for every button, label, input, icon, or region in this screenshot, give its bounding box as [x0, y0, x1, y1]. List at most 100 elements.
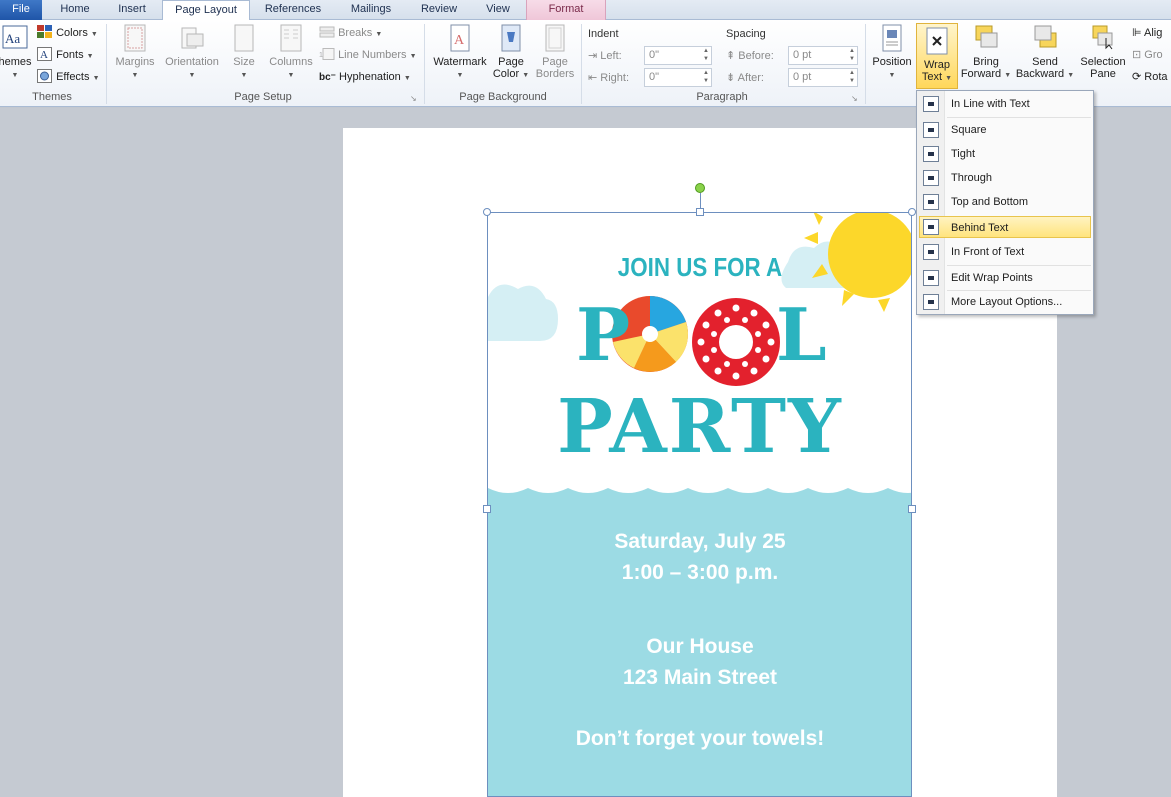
layout-options-icon: [923, 294, 939, 310]
tab-format[interactable]: Format: [526, 0, 606, 20]
watermark-label: Watermark: [433, 56, 487, 68]
themes-icon: Aa: [2, 25, 28, 49]
paragraph-group-label: Paragraph: [696, 91, 748, 103]
spacing-before-input[interactable]: 0 pt ▲ ▼: [788, 46, 858, 65]
rotation-handle[interactable]: [695, 183, 705, 193]
menu-item-through[interactable]: Through: [919, 167, 1091, 189]
fonts-label: Fonts: [56, 49, 84, 61]
spacing-after-input[interactable]: 0 pt ▲ ▼: [788, 68, 858, 87]
wrap-tight-icon: [923, 146, 939, 162]
svg-text:Aa: Aa: [5, 31, 20, 46]
indent-left-label: ⇥ Left:: [588, 47, 622, 65]
svg-text:A: A: [454, 33, 465, 48]
chevron-down-icon: ▼: [945, 75, 953, 82]
resize-handle-left[interactable]: [483, 505, 491, 513]
spinner-icon[interactable]: ▲ ▼: [703, 47, 709, 63]
indent-left-input[interactable]: 0" ▲ ▼: [644, 46, 712, 65]
page-color-icon: [501, 24, 521, 52]
indent-right-label: ⇤ Right:: [588, 69, 629, 87]
tab-home[interactable]: Home: [48, 0, 102, 20]
indent-left-icon: ⇥: [588, 50, 601, 62]
size-button[interactable]: Size ▼: [228, 24, 260, 88]
size-icon: [234, 24, 254, 52]
effects-label: Effects: [56, 71, 90, 83]
tab-file[interactable]: File: [0, 0, 42, 20]
chevron-down-icon: ▼: [888, 72, 896, 79]
menu-item-label: Behind Text: [951, 222, 1009, 234]
menu-item-label: Tight: [951, 148, 976, 160]
align-button[interactable]: ⊫ Alig: [1132, 24, 1162, 42]
menu-item-tight[interactable]: Tight: [919, 143, 1091, 165]
tab-view[interactable]: View: [472, 0, 524, 20]
group-label: Gro: [1144, 49, 1163, 61]
menu-item-top-and-bottom[interactable]: Top and Bottom: [919, 191, 1091, 213]
fonts-button[interactable]: A Fonts ▼: [37, 46, 94, 64]
indent-right-input[interactable]: 0" ▲ ▼: [644, 68, 712, 87]
wrap-through-icon: [923, 170, 939, 186]
resize-handle-top-right[interactable]: [908, 208, 916, 216]
orientation-button[interactable]: Orientation ▼: [160, 24, 224, 88]
tab-insert[interactable]: Insert: [104, 0, 160, 20]
wrap-text-label: Wrap: [923, 59, 951, 71]
dialog-launcher-icon[interactable]: ↘: [851, 94, 858, 103]
watermark-button[interactable]: A Watermark ▼: [430, 24, 490, 88]
line-numbers-label: Line Numbers: [338, 49, 407, 61]
themes-button[interactable]: Aa hemes ▼: [0, 24, 32, 88]
group-button[interactable]: ⊡ Gro: [1132, 46, 1163, 64]
position-button[interactable]: Position ▼: [870, 24, 914, 88]
hyphenation-label: Hyphenation: [339, 71, 401, 83]
wrap-in-front-icon: [923, 244, 939, 260]
chevron-down-icon: ▼: [86, 53, 94, 60]
bring-forward-button[interactable]: Bring Forward ▼: [960, 24, 1012, 88]
colors-label: Colors: [56, 27, 88, 39]
spinner-icon[interactable]: ▲ ▼: [849, 69, 855, 85]
indent-right-icon: ⇤: [588, 72, 601, 84]
line-numbers-button[interactable]: 1 Line Numbers ▼: [319, 46, 417, 64]
tab-references[interactable]: References: [252, 0, 334, 20]
page-color-button[interactable]: Page Color ▼: [492, 24, 530, 88]
spinner-icon[interactable]: ▲ ▼: [849, 47, 855, 63]
tab-mailings[interactable]: Mailings: [336, 0, 406, 20]
wrap-text-button[interactable]: Wrap Text ▼: [916, 23, 958, 89]
rotate-icon: ⟳: [1132, 71, 1145, 83]
columns-button[interactable]: Columns ▼: [266, 24, 316, 88]
resize-handle-top[interactable]: [696, 208, 704, 216]
send-backward-button[interactable]: Send Backward ▼: [1014, 24, 1076, 88]
breaks-button[interactable]: Breaks ▼: [319, 24, 382, 42]
send-backward-icon: [1034, 25, 1057, 48]
spacing-before-label: ⇞ Before:: [726, 47, 774, 65]
resize-handle-top-left[interactable]: [483, 208, 491, 216]
hyphenation-button[interactable]: bc⁻ Hyphenation ▼: [319, 68, 411, 86]
menu-separator: [947, 117, 1091, 118]
selection-pane-icon: [1092, 25, 1113, 50]
margins-button[interactable]: Margins ▼: [112, 24, 158, 88]
spinner-icon[interactable]: ▲ ▼: [703, 69, 709, 85]
selection-pane-button[interactable]: Selection Pane: [1078, 24, 1128, 88]
chevron-down-icon: ▼: [403, 75, 411, 82]
tab-review[interactable]: Review: [408, 0, 470, 20]
tab-page-layout[interactable]: Page Layout: [162, 0, 250, 21]
effects-button[interactable]: Effects ▼: [37, 68, 100, 86]
page-setup-group-label: Page Setup: [234, 91, 292, 103]
bring-forward-label: Bring: [973, 56, 999, 68]
menu-item-behind-text[interactable]: Behind Text: [919, 216, 1091, 238]
indent-right-value: 0": [649, 71, 660, 83]
colors-button[interactable]: Colors ▼: [37, 24, 98, 42]
menu-item-label: Edit Wrap Points: [951, 272, 1033, 284]
page-borders-button[interactable]: Page Borders: [534, 24, 576, 88]
resize-handle-right[interactable]: [908, 505, 916, 513]
menu-item-edit-wrap-points[interactable]: Edit Wrap Points: [919, 267, 1091, 289]
indent-left-value: 0": [649, 49, 660, 61]
dialog-launcher-icon[interactable]: ↘: [410, 94, 417, 103]
menu-item-in-line-with-text[interactable]: In Line with Text: [919, 93, 1091, 115]
orientation-label: Orientation: [165, 56, 219, 68]
menu-item-label: Square: [951, 124, 987, 136]
page-borders-icon: [545, 24, 565, 52]
menu-item-more-layout-options[interactable]: More Layout Options...: [919, 291, 1091, 313]
rotate-button[interactable]: ⟳ Rota: [1132, 68, 1168, 86]
spacing-before-text: Before:: [738, 50, 774, 62]
menu-item-square[interactable]: Square: [919, 119, 1091, 141]
menu-item-in-front-of-text[interactable]: In Front of Text: [919, 241, 1091, 263]
bring-forward-icon: [975, 25, 998, 48]
chevron-down-icon: ▼: [409, 53, 417, 60]
